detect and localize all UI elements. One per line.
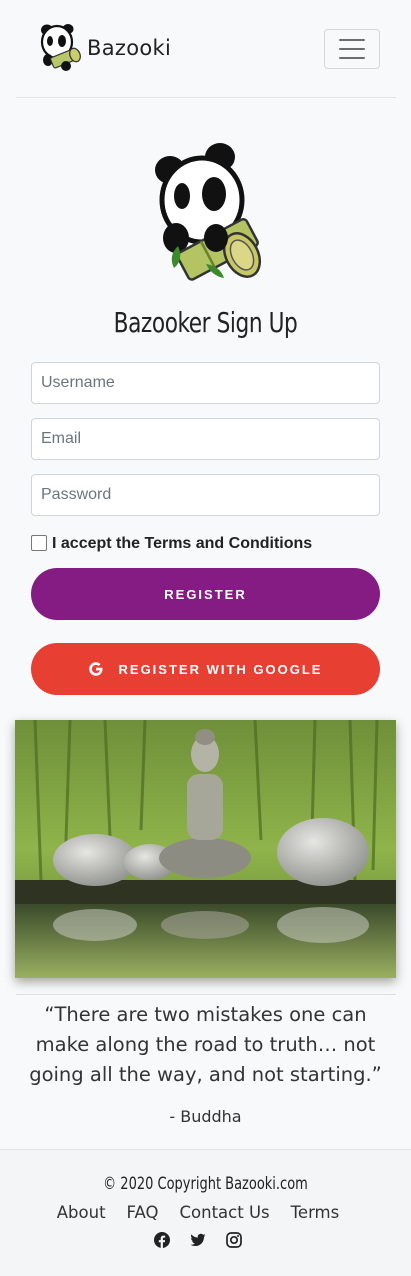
email-input[interactable] [31,418,380,460]
facebook-icon[interactable] [154,1232,170,1248]
quote-author: - Buddha [169,1107,242,1126]
register-button[interactable]: REGISTER [31,568,380,620]
footer-link-faq[interactable]: FAQ [127,1203,159,1222]
footer-link-about[interactable]: About [57,1203,106,1222]
google-icon [88,662,102,676]
footer-link-contact-us[interactable]: Contact Us [180,1203,270,1222]
register-button-label: REGISTER [164,586,247,602]
google-button-label: REGISTER WITH GOOGLE [118,661,323,677]
terms-checkbox-row[interactable]: I accept the Terms and Conditions [31,532,312,553]
panda-bazooka-icon [40,24,81,71]
page-title: Bazooker Sign Up [113,306,298,339]
brand-name: Bazooki [87,36,172,60]
register-with-google-button[interactable]: REGISTER WITH GOOGLE [31,643,380,695]
username-input[interactable] [31,362,380,404]
instagram-icon[interactable] [226,1232,242,1248]
navbar: Bazooki [16,0,396,98]
buddha-statue-image [15,720,396,978]
quote-text: “There are two mistakes one can make alo… [29,1003,382,1086]
panda-bazooka-logo [155,143,262,281]
footer: © 2020 Copyright Bazooki.com About FAQ C… [0,1149,411,1276]
divider [16,994,396,995]
twitter-icon[interactable] [190,1232,206,1248]
footer-links: About FAQ Contact Us Terms [0,1203,396,1222]
footer-link-terms[interactable]: Terms [291,1203,340,1222]
terms-checkbox[interactable] [31,534,47,551]
brand-link[interactable]: Bazooki [38,20,171,76]
copyright-text: © 2020 Copyright Bazooki.com [103,1174,308,1194]
terms-label: I accept the Terms and Conditions [52,535,313,552]
navbar-toggler-button[interactable] [324,29,380,69]
password-input[interactable] [31,474,380,516]
hamburger-menu-icon [339,39,365,41]
social-links [0,1232,396,1248]
